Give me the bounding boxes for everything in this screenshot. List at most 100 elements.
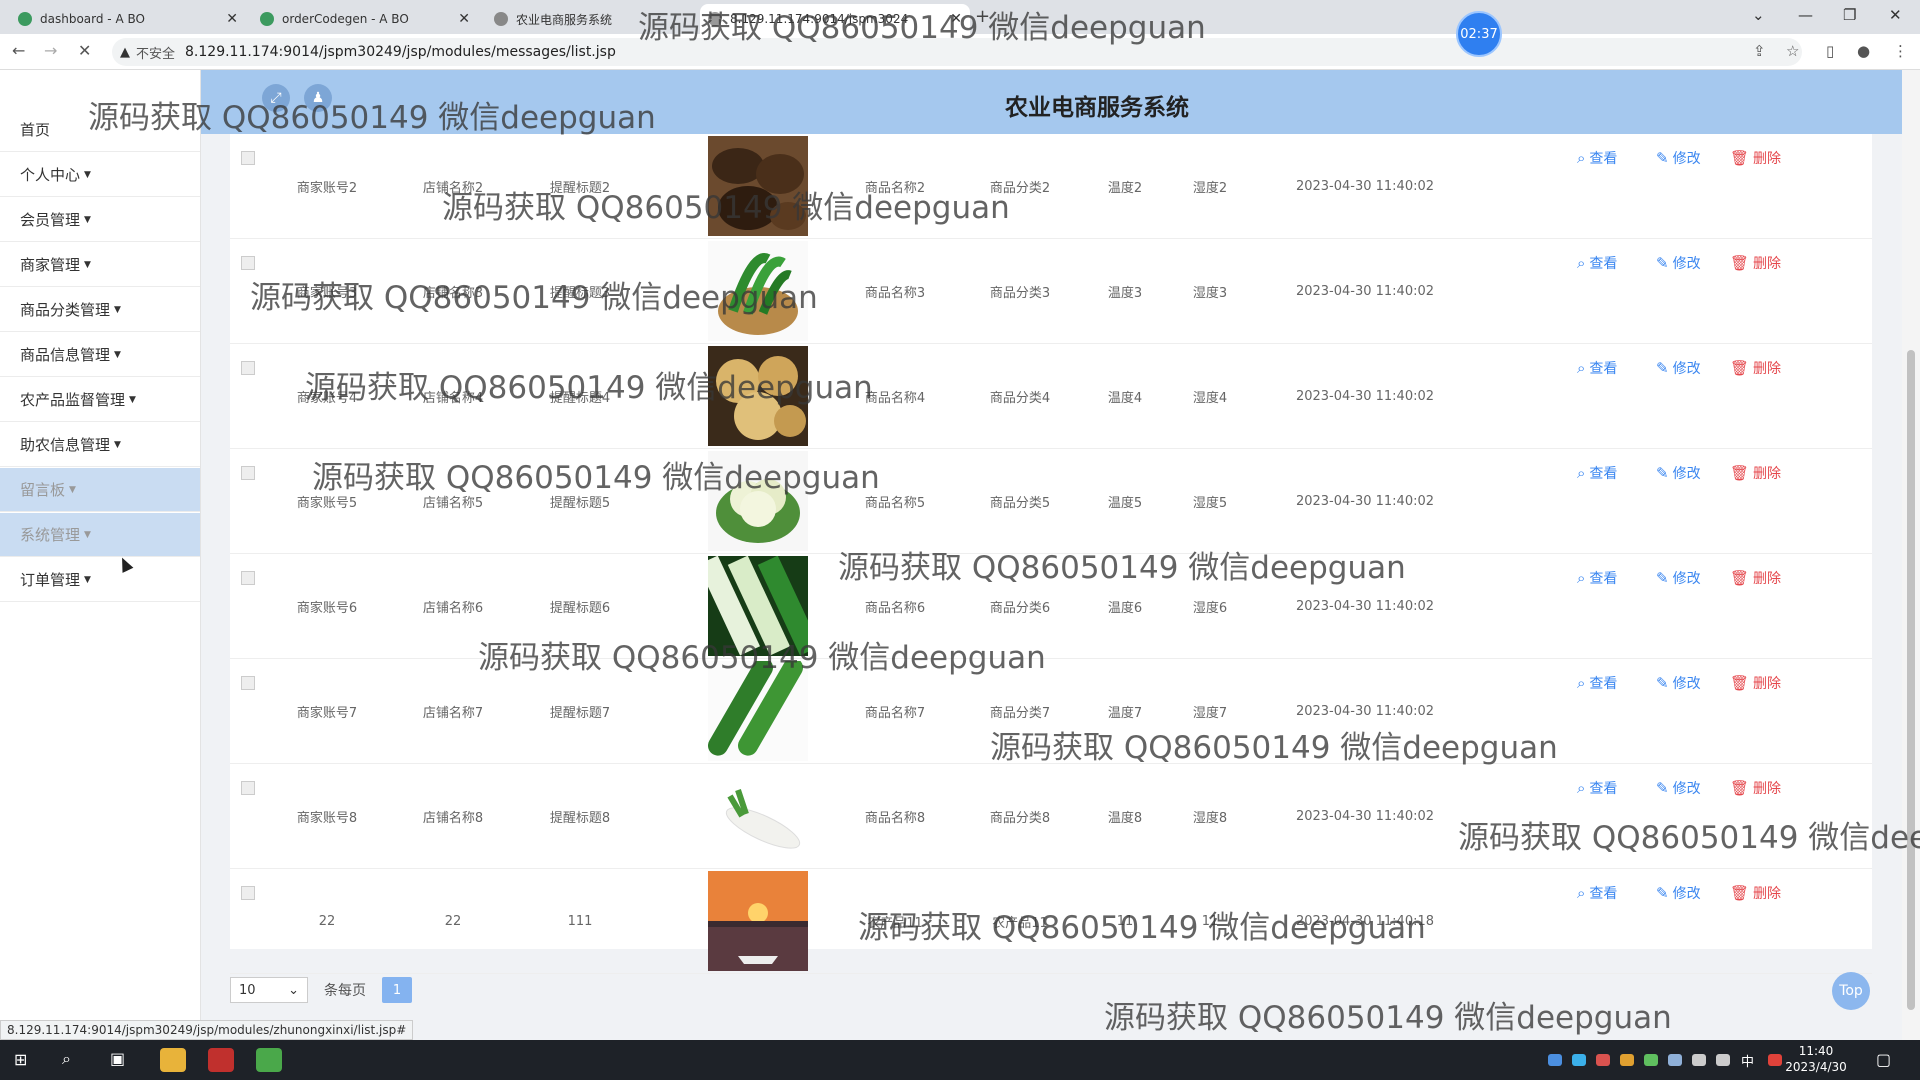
view-button[interactable]: ⌕ 查看	[1577, 449, 1617, 497]
profile-icon[interactable]: ●	[1857, 42, 1870, 60]
page-size-select[interactable]: 10 ⌄	[230, 977, 308, 1003]
new-tab-icon[interactable]: +	[975, 6, 990, 27]
sidebar-item[interactable]: 订单管理 ▼	[0, 558, 200, 602]
stop-loading-icon[interactable]: ✕	[78, 41, 91, 60]
row-checkbox[interactable]	[241, 571, 255, 585]
view-button[interactable]: ⌕ 查看	[1577, 239, 1617, 287]
sidebar-item[interactable]: 商品信息管理 ▼	[0, 333, 200, 377]
fullscreen-icon[interactable]: ⤢	[262, 84, 290, 112]
side-panel-icon[interactable]: ▯	[1826, 42, 1834, 60]
row-checkbox[interactable]	[241, 466, 255, 480]
scrollbar-thumb[interactable]	[1907, 350, 1915, 1010]
windows-start-icon[interactable]: ⊞	[14, 1050, 27, 1069]
row-checkbox[interactable]	[241, 256, 255, 270]
edit-button[interactable]: ✎ 修改	[1656, 449, 1701, 497]
browser-tab-dashboard[interactable]: dashboard - A BO ✕	[10, 4, 246, 34]
view-button[interactable]: ⌕ 查看	[1577, 764, 1617, 812]
view-button[interactable]: ⌕ 查看	[1577, 554, 1617, 602]
close-tab-icon[interactable]: ✕	[226, 11, 238, 27]
edit-icon: ✎	[1656, 674, 1669, 692]
sidebar-item[interactable]: 农产品监督管理 ▼	[0, 378, 200, 422]
delete-button[interactable]: 🗑 删除	[1730, 659, 1781, 707]
taskbar-clock[interactable]: 11:40 2023/4/30	[1780, 1043, 1852, 1075]
search-icon[interactable]: ⌕	[62, 1049, 71, 1069]
page-number-button[interactable]: 1	[382, 977, 412, 1003]
edit-button[interactable]: ✎ 修改	[1656, 764, 1701, 812]
view-button[interactable]: ⌕ 查看	[1577, 869, 1617, 917]
sidebar-item[interactable]: 会员管理 ▼	[0, 198, 200, 242]
delete-button[interactable]: 🗑 删除	[1730, 239, 1781, 287]
edit-button[interactable]: ✎ 修改	[1656, 239, 1701, 287]
tray-app-icon[interactable]	[1620, 1054, 1634, 1066]
sidebar-item[interactable]: 商品分类管理 ▼	[0, 288, 200, 332]
cell-title: 提醒标题7	[549, 705, 611, 721]
sidebar-item[interactable]: 系统管理 ▼	[0, 513, 200, 557]
delete-button[interactable]: 🗑 删除	[1730, 344, 1781, 392]
volume-icon[interactable]	[1716, 1054, 1730, 1066]
back-icon[interactable]: ←	[12, 41, 25, 60]
row-checkbox[interactable]	[241, 361, 255, 375]
tray-wechat-icon[interactable]	[1644, 1054, 1658, 1066]
action-label: 查看	[1589, 361, 1618, 377]
row-checkbox[interactable]	[241, 676, 255, 690]
back-to-top-button[interactable]: Top	[1832, 972, 1870, 1010]
page-scrollbar[interactable]	[1902, 70, 1920, 1040]
edit-button[interactable]: ✎ 修改	[1656, 554, 1701, 602]
tab-search-icon[interactable]: ⌄	[1752, 6, 1765, 24]
sidebar-item[interactable]: 助农信息管理 ▼	[0, 423, 200, 467]
tray-app-icon[interactable]	[1596, 1054, 1610, 1066]
sidebar-item[interactable]: 留言板 ▼	[0, 468, 200, 512]
cell-temp: 温度2	[1107, 180, 1143, 196]
share-icon[interactable]: ⇪	[1753, 42, 1766, 60]
sidebar-item[interactable]: 个人中心 ▼	[0, 153, 200, 197]
sidebar-item[interactable]: 首页	[0, 108, 200, 152]
view-button[interactable]: ⌕ 查看	[1577, 659, 1617, 707]
task-view-icon[interactable]: ▣	[110, 1049, 125, 1068]
restore-icon[interactable]: ❐	[1843, 6, 1856, 24]
browser-tab-active[interactable]: 8.129.11.174:9014/jspm3024 ✕	[700, 4, 970, 34]
notification-icon[interactable]: ▢	[1876, 1050, 1891, 1069]
row-checkbox[interactable]	[241, 151, 255, 165]
edit-button[interactable]: ✎ 修改	[1656, 659, 1701, 707]
sidebar-item[interactable]: 商家管理 ▼	[0, 243, 200, 287]
bookmark-star-icon[interactable]: ☆	[1786, 42, 1799, 60]
tray-cloud-icon[interactable]	[1572, 1054, 1586, 1066]
url-field[interactable]: ▲ 不安全 8.129.11.174:9014/jspm30249/jsp/mo…	[112, 38, 1802, 66]
minimize-icon[interactable]: —	[1798, 6, 1813, 24]
close-tab-icon[interactable]: ✕	[950, 11, 962, 27]
wechat-app-icon[interactable]	[256, 1048, 282, 1072]
tray-shield-icon[interactable]	[1668, 1054, 1682, 1066]
delete-button[interactable]: 🗑 删除	[1730, 134, 1781, 182]
user-icon[interactable]: ♟	[304, 84, 332, 112]
close-tab-icon[interactable]: ✕	[458, 11, 470, 27]
view-button[interactable]: ⌕ 查看	[1577, 134, 1617, 182]
delete-button[interactable]: 🗑 删除	[1730, 449, 1781, 497]
cell-category: 商品分类2	[989, 180, 1051, 196]
edit-button[interactable]: ✎ 修改	[1656, 344, 1701, 392]
row-checkbox[interactable]	[241, 781, 255, 795]
wps-app-icon[interactable]	[208, 1048, 234, 1072]
chrome-app-icon[interactable]	[160, 1048, 186, 1072]
globe-icon	[494, 12, 508, 26]
delete-button[interactable]: 🗑 删除	[1730, 869, 1781, 917]
view-button[interactable]: ⌕ 查看	[1577, 344, 1617, 392]
cell-time: 2023-04-30 11:40:02	[1295, 388, 1435, 404]
warning-icon: ▲	[120, 44, 130, 60]
close-window-icon[interactable]: ✕	[1889, 6, 1902, 24]
network-icon[interactable]	[1692, 1054, 1706, 1066]
url-text: 8.129.11.174:9014/jspm30249/jsp/modules/…	[185, 44, 616, 60]
browser-tab-system[interactable]: 农业电商服务系统	[486, 4, 696, 34]
tab-label: 8.129.11.174:9014/jspm3024	[730, 12, 909, 26]
menu-kebab-icon[interactable]: ⋮	[1893, 42, 1908, 60]
ime-indicator[interactable]: 中	[1741, 1051, 1754, 1070]
tray-app-icon[interactable]	[1548, 1054, 1562, 1066]
delete-button[interactable]: 🗑 删除	[1730, 764, 1781, 812]
row-checkbox[interactable]	[241, 886, 255, 900]
sidebar-item-label: 系统管理	[20, 526, 81, 544]
edit-button[interactable]: ✎ 修改	[1656, 869, 1701, 917]
delete-button[interactable]: 🗑 删除	[1730, 554, 1781, 602]
browser-tab-ordercodegen[interactable]: orderCodegen - A BO ✕	[252, 4, 478, 34]
forward-icon[interactable]: →	[44, 41, 57, 60]
trash-icon: 🗑	[1730, 359, 1750, 377]
edit-button[interactable]: ✎ 修改	[1656, 134, 1701, 182]
